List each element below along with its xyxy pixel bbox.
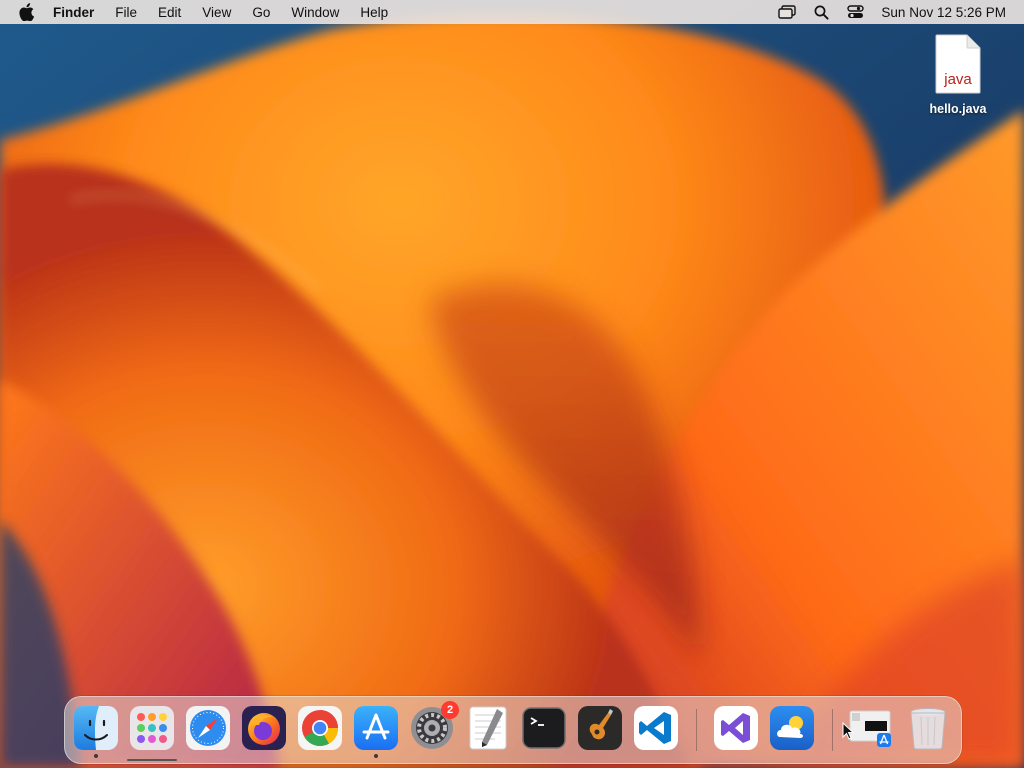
- dock-item-trash[interactable]: [905, 705, 951, 751]
- desktop-file-hello-java[interactable]: java hello.java: [920, 34, 996, 116]
- mouse-cursor-icon: [842, 722, 854, 740]
- dock-item-chrome[interactable]: [297, 705, 343, 751]
- dock-item-finder[interactable]: [73, 705, 119, 758]
- dock-item-terminal[interactable]: [521, 705, 567, 751]
- textedit-icon: [469, 706, 507, 750]
- dock: 2: [64, 696, 962, 764]
- menu-bar-status-area: Sun Nov 12 5:26 PM: [763, 0, 1006, 24]
- menu-bar: Finder File Edit View Go Window Help Sun…: [0, 0, 1024, 24]
- terminal-icon: [522, 707, 566, 749]
- dock-item-vscode[interactable]: [633, 705, 679, 751]
- trash-icon: [910, 708, 946, 750]
- dock-divider: [832, 709, 833, 751]
- dock-item-firefox[interactable]: [241, 705, 287, 751]
- vscode-icon: [634, 706, 678, 750]
- java-file-icon: java: [935, 34, 981, 94]
- menu-go[interactable]: Go: [252, 5, 270, 20]
- dock-scroll-indicator: [127, 759, 177, 761]
- finder-icon: [74, 706, 118, 750]
- dock-item-weather[interactable]: [769, 705, 815, 751]
- dock-item-app-store[interactable]: [353, 705, 399, 758]
- garageband-icon: [578, 706, 622, 750]
- menu-edit[interactable]: Edit: [158, 5, 181, 20]
- menu-help[interactable]: Help: [360, 5, 388, 20]
- dock-divider: [696, 709, 697, 751]
- notification-badge: 2: [441, 701, 459, 719]
- weather-icon: [770, 706, 814, 750]
- dock-item-safari[interactable]: [185, 705, 231, 751]
- app-store-icon: [354, 706, 398, 750]
- dock-item-system-settings[interactable]: 2: [409, 701, 459, 751]
- running-indicator: [374, 754, 378, 758]
- safari-icon: [186, 706, 230, 750]
- control-center-icon[interactable]: [845, 2, 865, 22]
- firefox-icon: [242, 706, 286, 750]
- dock-item-textedit[interactable]: [465, 705, 511, 751]
- visual-studio-icon: [714, 706, 758, 750]
- launchpad-icon: [130, 706, 174, 750]
- desktop-wallpaper: [0, 0, 1024, 768]
- menu-bar-clock[interactable]: Sun Nov 12 5:26 PM: [881, 5, 1006, 20]
- menu-view[interactable]: View: [202, 5, 231, 20]
- menu-file[interactable]: File: [115, 5, 137, 20]
- chrome-icon: [298, 706, 342, 750]
- dock-item-visual-studio[interactable]: [713, 705, 759, 751]
- dock-item-launchpad[interactable]: [129, 705, 175, 751]
- menu-finder[interactable]: Finder: [53, 5, 94, 20]
- running-indicator: [94, 754, 98, 758]
- screen-mirroring-icon[interactable]: [777, 2, 797, 22]
- spotlight-search-icon[interactable]: [811, 2, 831, 22]
- svg-text:java: java: [943, 71, 972, 88]
- apple-menu-icon[interactable]: [19, 3, 35, 21]
- dock-item-garageband[interactable]: [577, 705, 623, 751]
- desktop-file-label: hello.java: [929, 102, 987, 116]
- menu-window[interactable]: Window: [291, 5, 339, 20]
